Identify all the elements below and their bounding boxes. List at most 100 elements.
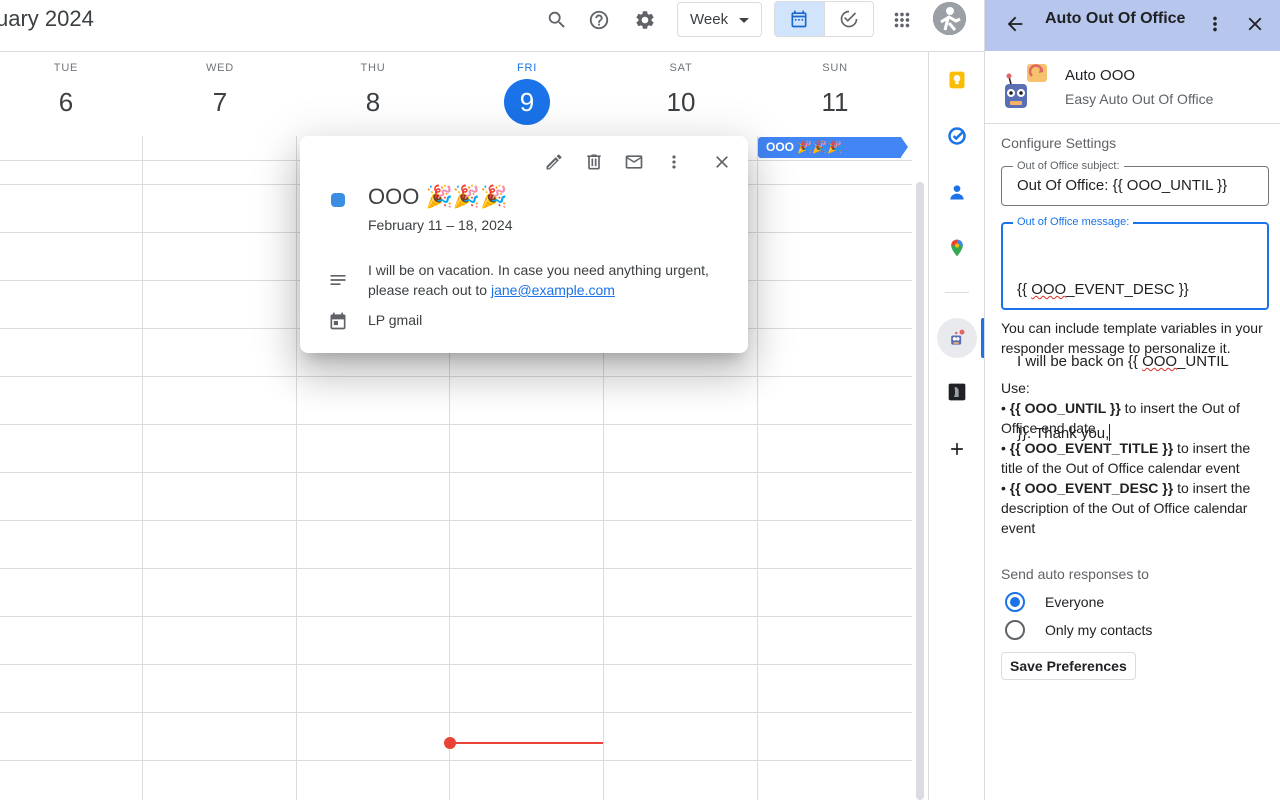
ooo-subject-value[interactable]: Out Of Office: {{ OOO_UNTIL }} xyxy=(1017,174,1227,198)
day-name: SAT xyxy=(669,62,693,74)
day-header-sun[interactable]: SUN 11 xyxy=(758,60,912,125)
hour-line xyxy=(0,616,912,617)
event-description-link[interactable]: jane@example.com xyxy=(491,282,615,298)
radio-button[interactable] xyxy=(1005,620,1025,640)
ooo-subject-field[interactable]: Out of Office subject: Out Of Office: {{… xyxy=(1001,160,1269,206)
template-variable-list: • {{ OOO_UNTIL }} to insert the Out of O… xyxy=(1001,398,1273,538)
search-icon[interactable] xyxy=(537,0,577,40)
radio-label: Everyone xyxy=(1045,594,1105,610)
template-variable-item: • {{ OOO_UNTIL }} to insert the Out of O… xyxy=(1001,400,1240,436)
settings-icon[interactable] xyxy=(625,0,665,40)
panel-divider xyxy=(985,123,1280,124)
grid-scrollbar-thumb[interactable] xyxy=(916,182,924,800)
column-divider xyxy=(757,136,758,800)
day-number[interactable]: 10 xyxy=(604,79,758,125)
allday-event-chip[interactable]: OOO 🎉🎉🎉 xyxy=(758,137,908,158)
hour-line xyxy=(0,664,912,665)
keep-icon[interactable] xyxy=(941,64,973,96)
back-button[interactable] xyxy=(997,6,1033,42)
contacts-icon[interactable] xyxy=(941,176,973,208)
add-addon-icon[interactable] xyxy=(941,433,973,465)
tasks-icon[interactable] xyxy=(941,120,973,152)
day-header-fri-today[interactable]: FRI 9 xyxy=(450,60,604,125)
save-preferences-button[interactable]: Save Preferences xyxy=(1001,652,1136,680)
addon-thumbnail-icon[interactable] xyxy=(941,376,973,408)
ooo-message-label: Out of Office message: xyxy=(1013,216,1134,228)
mail-icon xyxy=(625,155,643,169)
send-responses-heading: Send auto responses to xyxy=(1001,566,1149,582)
event-color-swatch xyxy=(331,193,345,207)
apps-grid-icon[interactable] xyxy=(882,0,922,40)
use-label: Use: xyxy=(1001,380,1030,396)
view-select[interactable]: Week xyxy=(677,2,762,37)
tasks-view-button[interactable] xyxy=(823,2,873,36)
close-popup-button[interactable] xyxy=(704,144,740,180)
day-number[interactable]: 6 xyxy=(0,79,143,125)
event-chip-label: OOO 🎉🎉🎉 xyxy=(766,140,843,154)
calendar-view-button[interactable] xyxy=(775,2,824,36)
edit-event-button[interactable] xyxy=(536,144,572,180)
side-rail xyxy=(928,52,985,800)
hour-line xyxy=(0,376,912,377)
template-variable: {{ OOO_EVENT_DESC }} xyxy=(1009,480,1174,496)
day-number-today[interactable]: 9 xyxy=(504,79,550,125)
avatar[interactable] xyxy=(933,2,966,35)
template-variable-item: • {{ OOO_EVENT_TITLE }} to insert the ti… xyxy=(1001,440,1251,476)
close-icon xyxy=(1248,17,1262,31)
calendar-icon xyxy=(791,10,807,28)
day-name: THU xyxy=(360,62,386,74)
day-number[interactable]: 8 xyxy=(296,79,450,125)
event-dates: February 11 – 18, 2024 xyxy=(368,217,513,233)
help-icon[interactable] xyxy=(579,0,619,40)
radio-everyone[interactable]: Everyone xyxy=(1001,588,1261,616)
day-name: FRI xyxy=(516,62,538,74)
calendar-icon xyxy=(330,312,346,330)
maps-icon[interactable] xyxy=(941,232,973,264)
addon-subtitle: Easy Auto Out Of Office xyxy=(1065,91,1214,107)
panel-more-button[interactable] xyxy=(1197,6,1233,42)
radio-button-selected[interactable] xyxy=(1005,592,1025,612)
current-time-dot xyxy=(444,737,456,749)
hour-line xyxy=(0,520,912,521)
column-divider xyxy=(296,136,297,800)
message-line: {{ OOO_EVENT_DESC }} xyxy=(1017,281,1189,298)
more-vert-icon xyxy=(1213,16,1217,32)
delete-event-button[interactable] xyxy=(576,144,612,180)
back-arrow-icon xyxy=(1007,16,1023,32)
addon-name: Auto OOO xyxy=(1065,67,1136,84)
auto-ooo-addon-icon[interactable] xyxy=(941,322,973,354)
day-name: SUN xyxy=(822,62,848,74)
rail-divider xyxy=(945,292,969,293)
hour-line xyxy=(0,568,912,569)
event-description: I will be on vacation. In case you need … xyxy=(368,260,728,300)
day-number[interactable]: 7 xyxy=(143,79,297,125)
view-select-value: Week xyxy=(690,11,729,28)
hour-line xyxy=(0,424,912,425)
template-variable-item: • {{ OOO_EVENT_DESC }} to insert the des… xyxy=(1001,480,1251,536)
pencil-icon xyxy=(546,154,562,170)
day-number[interactable]: 11 xyxy=(758,79,912,125)
description-icon xyxy=(330,275,346,285)
email-guests-button[interactable] xyxy=(616,144,652,180)
ooo-message-field[interactable]: Out of Office message: {{ OOO_EVENT_DESC… xyxy=(1001,216,1269,442)
day-name: TUE xyxy=(53,62,79,74)
panel-close-button[interactable] xyxy=(1237,6,1273,42)
day-header-thu[interactable]: THU 8 xyxy=(296,60,450,125)
day-header-sat[interactable]: SAT 10 xyxy=(604,60,758,125)
event-details-popup: OOO 🎉🎉🎉 February 11 – 18, 2024 I will be… xyxy=(300,136,748,353)
ooo-subject-label: Out of Office subject: xyxy=(1013,160,1124,172)
more-options-button[interactable] xyxy=(656,144,692,180)
hour-line xyxy=(0,760,912,761)
current-time-line xyxy=(450,742,603,744)
addon-panel-header: Auto Out Of Office xyxy=(985,0,1280,51)
event-continues-arrow xyxy=(901,137,908,157)
day-header-tue[interactable]: TUE 6 xyxy=(0,60,143,125)
mode-toggle xyxy=(774,1,874,37)
trash-icon xyxy=(587,154,601,170)
event-title: OOO 🎉🎉🎉 xyxy=(368,184,508,209)
template-variable: {{ OOO_EVENT_TITLE }} xyxy=(1009,440,1174,456)
day-header-wed[interactable]: WED 7 xyxy=(143,60,297,125)
radio-only-my-contacts[interactable]: Only my contacts xyxy=(1001,616,1261,644)
addon-panel: Auto Out Of Office Auto OOO Easy Auto Ou… xyxy=(984,0,1280,800)
addon-panel-title: Auto Out Of Office xyxy=(1045,10,1186,27)
